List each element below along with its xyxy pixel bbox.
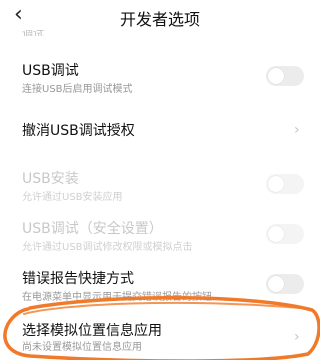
toggle-knob — [268, 276, 284, 292]
usb-debugging-toggle[interactable] — [266, 66, 304, 86]
row-title: 错误报告快捷方式 — [22, 271, 134, 287]
header: ‹ 开发者选项 调试 — [0, 0, 320, 37]
chevron-right-icon: › — [294, 329, 300, 345]
bug-report-toggle[interactable] — [266, 274, 304, 294]
row-subtitle: 允许通过USB调试修改权限或模拟点击 — [22, 242, 193, 253]
usb-install-toggle[interactable] — [266, 174, 304, 194]
section-label: 调试 — [22, 30, 44, 36]
row-title: 选择模拟位置信息应用 — [22, 323, 162, 339]
toggle-knob — [268, 68, 284, 84]
setting-row-mock-location-app[interactable]: 选择模拟位置信息应用 尚未设置模拟位置信息应用 › — [0, 320, 320, 356]
toggle-knob — [268, 176, 284, 192]
row-subtitle: 允许通过USB安装应用 — [22, 192, 123, 203]
setting-row-bug-report-shortcut[interactable]: 错误报告快捷方式 在电源菜单中显示用于提交错误报告的按钮 — [0, 268, 320, 308]
page-title: 开发者选项 — [119, 10, 200, 29]
setting-row-revoke-usb-auth[interactable]: 撤消USB调试授权 › — [0, 120, 320, 140]
chevron-right-icon: › — [294, 122, 300, 138]
setting-row-usb-debug-security[interactable]: USB调试（安全设置） 允许通过USB调试修改权限或模拟点击 — [0, 218, 320, 258]
setting-row-usb-install[interactable]: USB安装 允许通过USB安装应用 — [0, 168, 320, 208]
usb-debug-security-toggle[interactable] — [266, 224, 304, 244]
row-title: USB调试（安全设置） — [22, 221, 163, 237]
row-title: 撤消USB调试授权 — [22, 123, 135, 139]
row-title: USB调试 — [22, 63, 79, 79]
row-title: USB安装 — [22, 171, 79, 187]
toggle-knob — [268, 226, 284, 242]
row-subtitle: 连接USB后启用调试模式 — [22, 84, 133, 95]
setting-row-usb-debugging[interactable]: USB调试 连接USB后启用调试模式 — [0, 58, 320, 102]
row-subtitle: 在电源菜单中显示用于提交错误报告的按钮 — [22, 292, 212, 303]
row-subtitle: 尚未设置模拟位置信息应用 — [22, 342, 142, 353]
